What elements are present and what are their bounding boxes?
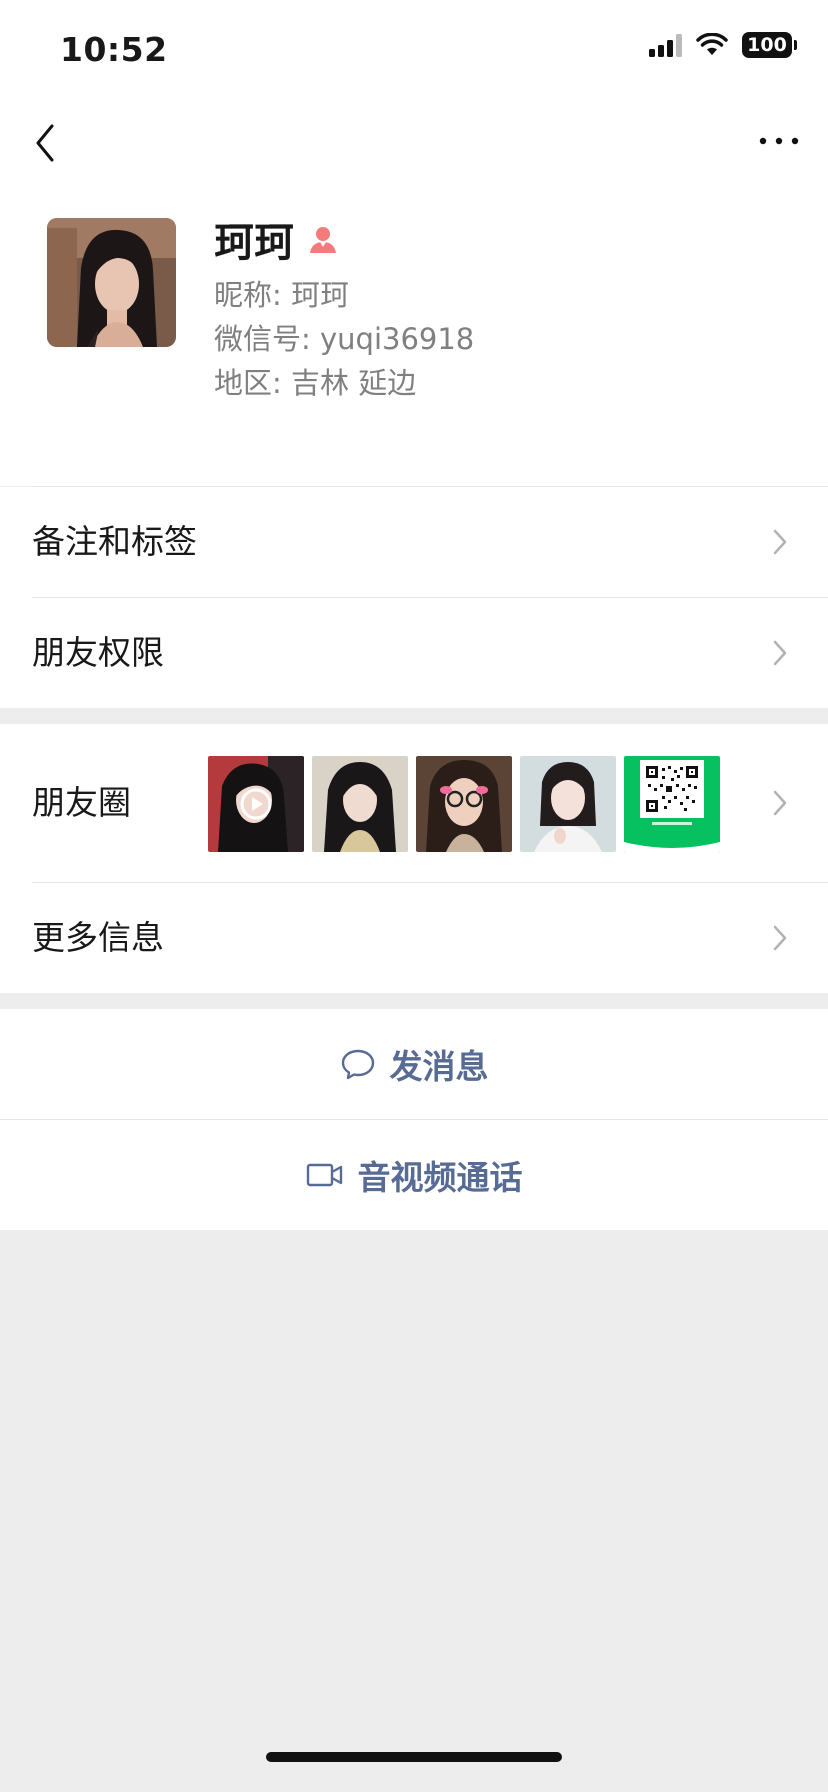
chat-bubble-icon: [341, 1049, 374, 1080]
row-moments[interactable]: 朋友圈: [0, 724, 828, 882]
nickname: 昵称: 珂珂: [214, 278, 349, 312]
region: 地区: 吉林 延边: [214, 366, 417, 400]
display-name: 珂珂: [214, 220, 294, 266]
row-more-info-label: 更多信息: [32, 918, 164, 957]
chevron-right-icon: [773, 640, 787, 666]
section-gap: [0, 708, 828, 724]
row-friend-permissions[interactable]: 朋友权限: [0, 598, 828, 708]
moment-thumbnail: [208, 756, 304, 852]
female-icon: [310, 227, 336, 253]
row-remarks-label: 备注和标签: [32, 522, 197, 561]
home-indicator: [266, 1752, 562, 1762]
name-row: 珂珂: [214, 210, 338, 268]
chevron-right-icon: [773, 925, 787, 951]
moment-thumbnail-qr: [624, 756, 720, 852]
chevron-left-icon[interactable]: [28, 118, 68, 168]
video-camera-icon: [306, 1163, 342, 1187]
moment-thumbnail: [416, 756, 512, 852]
moments-thumbnails: [208, 756, 720, 852]
status-time: 10:52: [60, 30, 168, 69]
battery-icon: 100: [742, 32, 797, 58]
avatar[interactable]: [47, 218, 176, 347]
av-call-button[interactable]: 音视频通话: [0, 1120, 828, 1230]
send-message-label: 发消息: [389, 1047, 489, 1086]
ellipsis-icon[interactable]: [756, 128, 802, 154]
row-more-info[interactable]: 更多信息: [0, 883, 828, 993]
row-permissions-label: 朋友权限: [32, 633, 164, 672]
chevron-right-icon: [773, 790, 787, 816]
chevron-right-icon: [773, 529, 787, 555]
profile-header: 珂珂 昵称: 珂珂 微信号: yuqi36918 地区: 吉林 延边: [0, 188, 828, 486]
battery-level: 100: [747, 34, 787, 56]
wifi-icon: [696, 33, 728, 55]
nav-bar: [0, 96, 828, 188]
av-call-label: 音视频通话: [357, 1158, 523, 1197]
section-gap: [0, 993, 828, 1009]
row-moments-label: 朋友圈: [32, 783, 131, 822]
status-bar: 10:52 100: [0, 0, 828, 96]
moment-thumbnail: [520, 756, 616, 852]
row-remarks-tags[interactable]: 备注和标签: [0, 487, 828, 597]
top-section: 10:52 100 珂珂 昵称: 珂珂 微信号: yuqi36918 地区: 吉…: [0, 0, 828, 486]
send-message-button[interactable]: 发消息: [0, 1009, 828, 1119]
status-icons: 100: [649, 32, 797, 58]
cellular-signal-icon: [649, 33, 682, 57]
wechat-id: 微信号: yuqi36918: [214, 322, 475, 356]
moment-thumbnail: [312, 756, 408, 852]
